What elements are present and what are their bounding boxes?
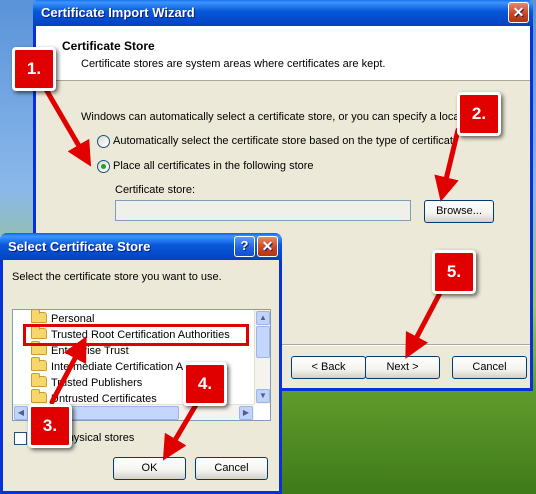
arrow-1: [41, 83, 92, 167]
arrow-4: [162, 395, 203, 461]
arrow-5: [405, 290, 443, 359]
arrow-2: [434, 127, 461, 202]
callout-3: 3.: [28, 404, 72, 448]
callout-1: 1.: [12, 47, 56, 91]
annotation-arrows: [41, 83, 461, 461]
callout-2: 2.: [457, 92, 501, 136]
arrow-3: [49, 336, 87, 405]
callout-4: 4.: [183, 362, 227, 406]
callout-5: 5.: [432, 250, 476, 294]
